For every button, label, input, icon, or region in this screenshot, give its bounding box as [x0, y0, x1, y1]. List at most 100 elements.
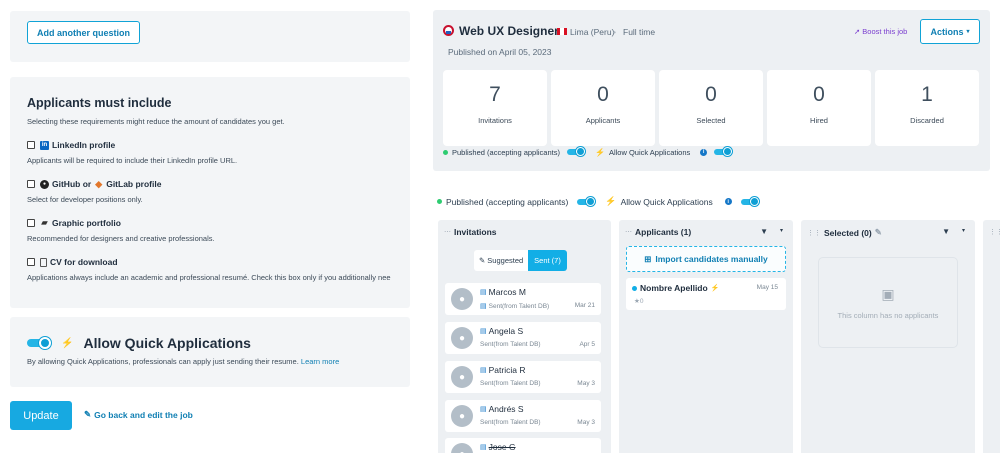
edit-job-label: Go back and edit the job [94, 409, 193, 420]
job-summary-card: Web UX Designer Lima (Peru) • Full time … [433, 10, 990, 171]
gitlab-label: GitLab profile [106, 179, 162, 189]
candidate-card[interactable]: ● ▤ Andrés S Sent(from Talent DB) May 3 [445, 400, 601, 432]
applicants-column: ⋯ Applicants (1) ▼ ▾ ⊞ Import candidates m… [619, 220, 793, 453]
quick-apply-toggle[interactable] [27, 336, 51, 350]
tab-sent[interactable]: Sent (7) [528, 250, 567, 271]
database-icon: ▤ [480, 289, 487, 296]
candidate-date: May 3 [577, 419, 595, 426]
candidate-card[interactable]: ● ▤ Angela S Sent(from Talent DB) Apr 5 [445, 322, 601, 354]
stat-label: Hired [810, 116, 828, 125]
import-icon: ⊞ [644, 253, 652, 264]
avatar-icon: ● [451, 327, 473, 349]
board-status-line: Published (accepting applicants) ⚡ Allow… [437, 196, 759, 207]
linkedin-icon: in [40, 140, 49, 150]
avatar-icon: ● [451, 443, 473, 453]
candidate-card[interactable]: ● ▤ Marcos M ▤ Sent(from Talent DB) Mar 21 [445, 283, 601, 315]
wand-icon: ✎ [479, 256, 486, 265]
candidate-date: Mar 21 [574, 302, 595, 309]
stat-selected[interactable]: 0 Selected [659, 70, 763, 146]
requirement-github: ● GitHub or ◆ GitLab profile Select for … [27, 179, 393, 204]
applicant-date: May 15 [756, 284, 778, 291]
boost-link[interactable]: ➚ Boost this job [854, 27, 907, 36]
job-location: Lima (Peru) [570, 27, 615, 37]
candidate-date: May 3 [577, 380, 595, 387]
drag-handle-icon[interactable]: ⋮⋮ [807, 229, 821, 237]
chevron-down-icon: ▾ [966, 29, 970, 35]
stat-applicants[interactable]: 0 Applicants [551, 70, 655, 146]
stat-hired[interactable]: 0 Hired [767, 70, 871, 146]
github-label: GitHub or [52, 179, 92, 189]
update-button[interactable]: Update [10, 401, 72, 430]
database-icon: ▤ [480, 303, 487, 310]
stat-discarded[interactable]: 1 Discarded [875, 70, 979, 146]
published-label: Published (accepting applicants) [446, 196, 569, 207]
stat-invitations[interactable]: 7 Invitations [443, 70, 547, 146]
candidate-name: Marcos M [488, 287, 526, 297]
info-icon[interactable]: i [700, 148, 708, 156]
edit-job-link[interactable]: ✎ Go back and edit the job [84, 409, 193, 420]
pencil-icon: ✎ [84, 409, 92, 419]
published-toggle[interactable] [566, 147, 585, 157]
requirement-linkedin: in LinkedIn profile Applicants will be r… [27, 140, 393, 165]
drag-handle-icon[interactable]: ⋯ [625, 228, 632, 236]
empty-state: ▣ This column has no applicants [818, 257, 958, 348]
filter-icon[interactable]: ▼ [942, 227, 950, 236]
quick-toggle[interactable] [740, 196, 759, 207]
stat-value: 7 [489, 83, 501, 106]
quick-apply-text: By allowing Quick Applications, professi… [27, 357, 299, 366]
portfolio-checkbox[interactable] [27, 219, 35, 227]
bolt-icon: ⚡ [710, 285, 720, 292]
bolt-icon: ⚡ [594, 147, 605, 157]
chevron-down-icon[interactable]: ▾ [780, 227, 783, 236]
rocket-icon: ➚ [854, 27, 861, 36]
job-title: Web UX Designer [459, 24, 559, 38]
pencil-icon[interactable]: ✎ [875, 227, 882, 238]
filter-icon[interactable]: ▼ [760, 227, 768, 236]
candidate-source: Sent(from Talent DB) [480, 341, 541, 348]
chevron-down-icon[interactable]: ▾ [962, 227, 965, 236]
add-question-button[interactable]: Add another question [27, 21, 140, 44]
portfolio-desc: Recommended for designers and creative p… [27, 234, 215, 243]
published-toggle[interactable] [577, 196, 596, 207]
candidate-name: Angela S [488, 326, 524, 336]
candidate-name: Jose G [488, 442, 516, 452]
candidate-card[interactable]: ● ▤Jose G [445, 438, 601, 453]
linkedin-checkbox[interactable] [27, 141, 35, 149]
portfolio-label: Graphic portfolio [52, 218, 121, 228]
company-logo-icon [443, 25, 454, 36]
database-icon: ▤ [480, 328, 487, 335]
drag-handle-icon[interactable]: ⋯ [444, 228, 451, 236]
actions-button[interactable]: Actions ▾ [920, 19, 980, 44]
cv-desc: Applications always include an academic … [27, 273, 391, 282]
gitlab-icon: ◆ [95, 178, 103, 189]
requirement-portfolio: ▰ Graphic portfolio Recommended for desi… [27, 218, 393, 243]
quick-apply-title: Allow Quick Applications [83, 335, 251, 351]
tab-suggested[interactable]: ✎ Suggested [474, 250, 529, 271]
empty-folder-icon: ▣ [881, 285, 895, 302]
github-checkbox[interactable] [27, 180, 35, 188]
status-dot-icon [632, 285, 637, 291]
status-dot-icon [443, 149, 448, 155]
learn-more-link[interactable]: Learn more [301, 357, 339, 366]
status-dot-icon [437, 199, 442, 204]
book-icon: ▰ [41, 218, 48, 227]
requirements-title: Applicants must include [27, 96, 172, 110]
import-candidates-button[interactable]: ⊞ Import candidates manually [626, 246, 786, 272]
stat-value: 1 [921, 83, 933, 106]
column-title: Invitations [454, 227, 497, 237]
candidate-card[interactable]: ● ▤ Patricia R Sent(from Talent DB) May 3 [445, 361, 601, 393]
cv-checkbox[interactable] [27, 258, 35, 266]
drag-handle-icon[interactable]: ⋮⋮ [989, 228, 1000, 236]
stat-value: 0 [597, 83, 609, 106]
github-desc: Select for developer positions only. [27, 195, 143, 204]
avatar-icon: ● [451, 288, 473, 310]
info-icon[interactable]: i [724, 198, 732, 205]
quick-label: Allow Quick Applications [620, 196, 713, 207]
separator: • [613, 27, 616, 37]
database-icon: ▤ [480, 406, 487, 413]
applicant-card[interactable]: Nombre Apellido ⚡ May 15 ★0 [626, 278, 786, 310]
document-icon [40, 257, 47, 267]
requirements-subtitle: Selecting these requirements might reduc… [27, 117, 285, 126]
bolt-icon: ⚡ [61, 337, 74, 349]
quick-toggle[interactable] [714, 147, 733, 157]
